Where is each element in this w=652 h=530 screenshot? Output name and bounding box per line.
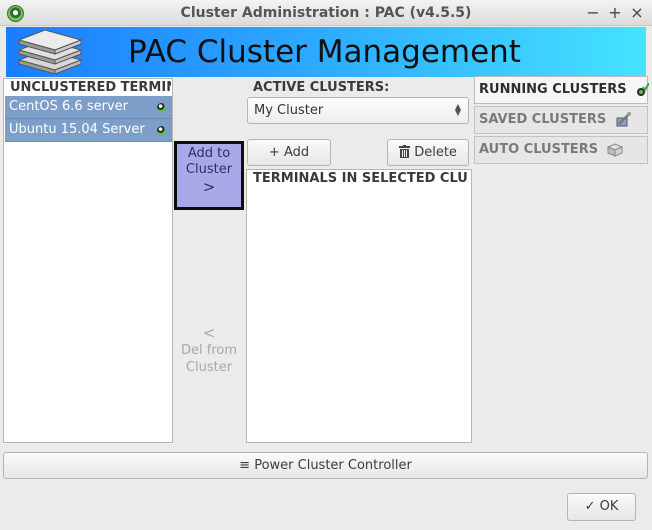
trash-icon [399,145,411,158]
chevron-right-icon: > [202,178,216,196]
tab-label: SAVED CLUSTERS [479,112,607,127]
menu-lines-icon: ≡ [239,458,251,473]
connection-status-icon [157,103,166,112]
tab-label: RUNNING CLUSTERS [479,82,627,97]
server-stack-icon [17,30,83,74]
terminal-label: CentOS 6.6 server [9,99,128,114]
window-title: Cluster Administration : PAC (v4.5.5) [180,5,472,21]
running-check-icon [637,82,650,96]
del-from-label-line2: Cluster [185,360,233,375]
cluster-terminals-panel [246,169,472,443]
ok-label: OK [599,499,619,514]
add-cluster-label: Add [283,145,310,160]
terminals-in-cluster-header: TERMINALS IN SELECTED CLUSTER [253,171,468,186]
tab-running-clusters[interactable]: RUNNING CLUSTERS [474,76,650,104]
checkmark-icon: ✓ [584,499,596,514]
updown-arrows-icon: ▲ ▼ [454,102,461,117]
del-from-label-line1: Del from [180,343,237,358]
tab-auto-clusters[interactable]: AUTO CLUSTERS [474,136,648,164]
active-clusters-header: ACTIVE CLUSTERS: [253,80,390,95]
unclustered-list: CentOS 6.6 server Ubuntu 15.04 Server [5,96,172,142]
banner-title: PAC Cluster Management [128,34,521,70]
close-button[interactable]: × [627,2,647,24]
maximize-button[interactable]: + [605,2,625,24]
terminal-label: Ubuntu 15.04 Server [9,122,145,137]
ok-button[interactable]: ✓ OK [567,493,636,521]
list-item[interactable]: Ubuntu 15.04 Server [5,119,172,142]
delete-cluster-button[interactable]: Delete [387,139,469,166]
add-to-label-line1: Add to [187,146,231,161]
tab-saved-clusters[interactable]: SAVED CLUSTERS [474,106,648,134]
saved-wrench-icon [616,111,631,126]
plus-icon: + [268,145,280,160]
del-from-cluster-button[interactable]: < Del from Cluster [174,324,244,380]
power-cluster-controller-button[interactable]: ≡ Power Cluster Controller [3,452,648,479]
add-to-cluster-button[interactable]: Add to Cluster > [174,141,244,210]
add-cluster-button[interactable]: + Add [247,139,331,166]
unclustered-header: UNCLUSTERED TERMINALS [10,80,171,95]
list-item[interactable]: CentOS 6.6 server [5,96,172,119]
cluster-select-value: My Cluster [254,103,324,118]
add-to-label-line2: Cluster [185,162,233,177]
delete-cluster-label: Delete [414,145,457,160]
power-cluster-label: Power Cluster Controller [254,458,412,473]
tab-label: AUTO CLUSTERS [479,142,599,157]
connection-status-icon [157,126,166,135]
auto-box-icon [606,142,623,157]
minimize-button[interactable]: − [583,2,603,24]
chevron-left-icon: < [202,324,216,342]
cluster-select[interactable]: My Cluster ▲ ▼ [247,97,469,124]
